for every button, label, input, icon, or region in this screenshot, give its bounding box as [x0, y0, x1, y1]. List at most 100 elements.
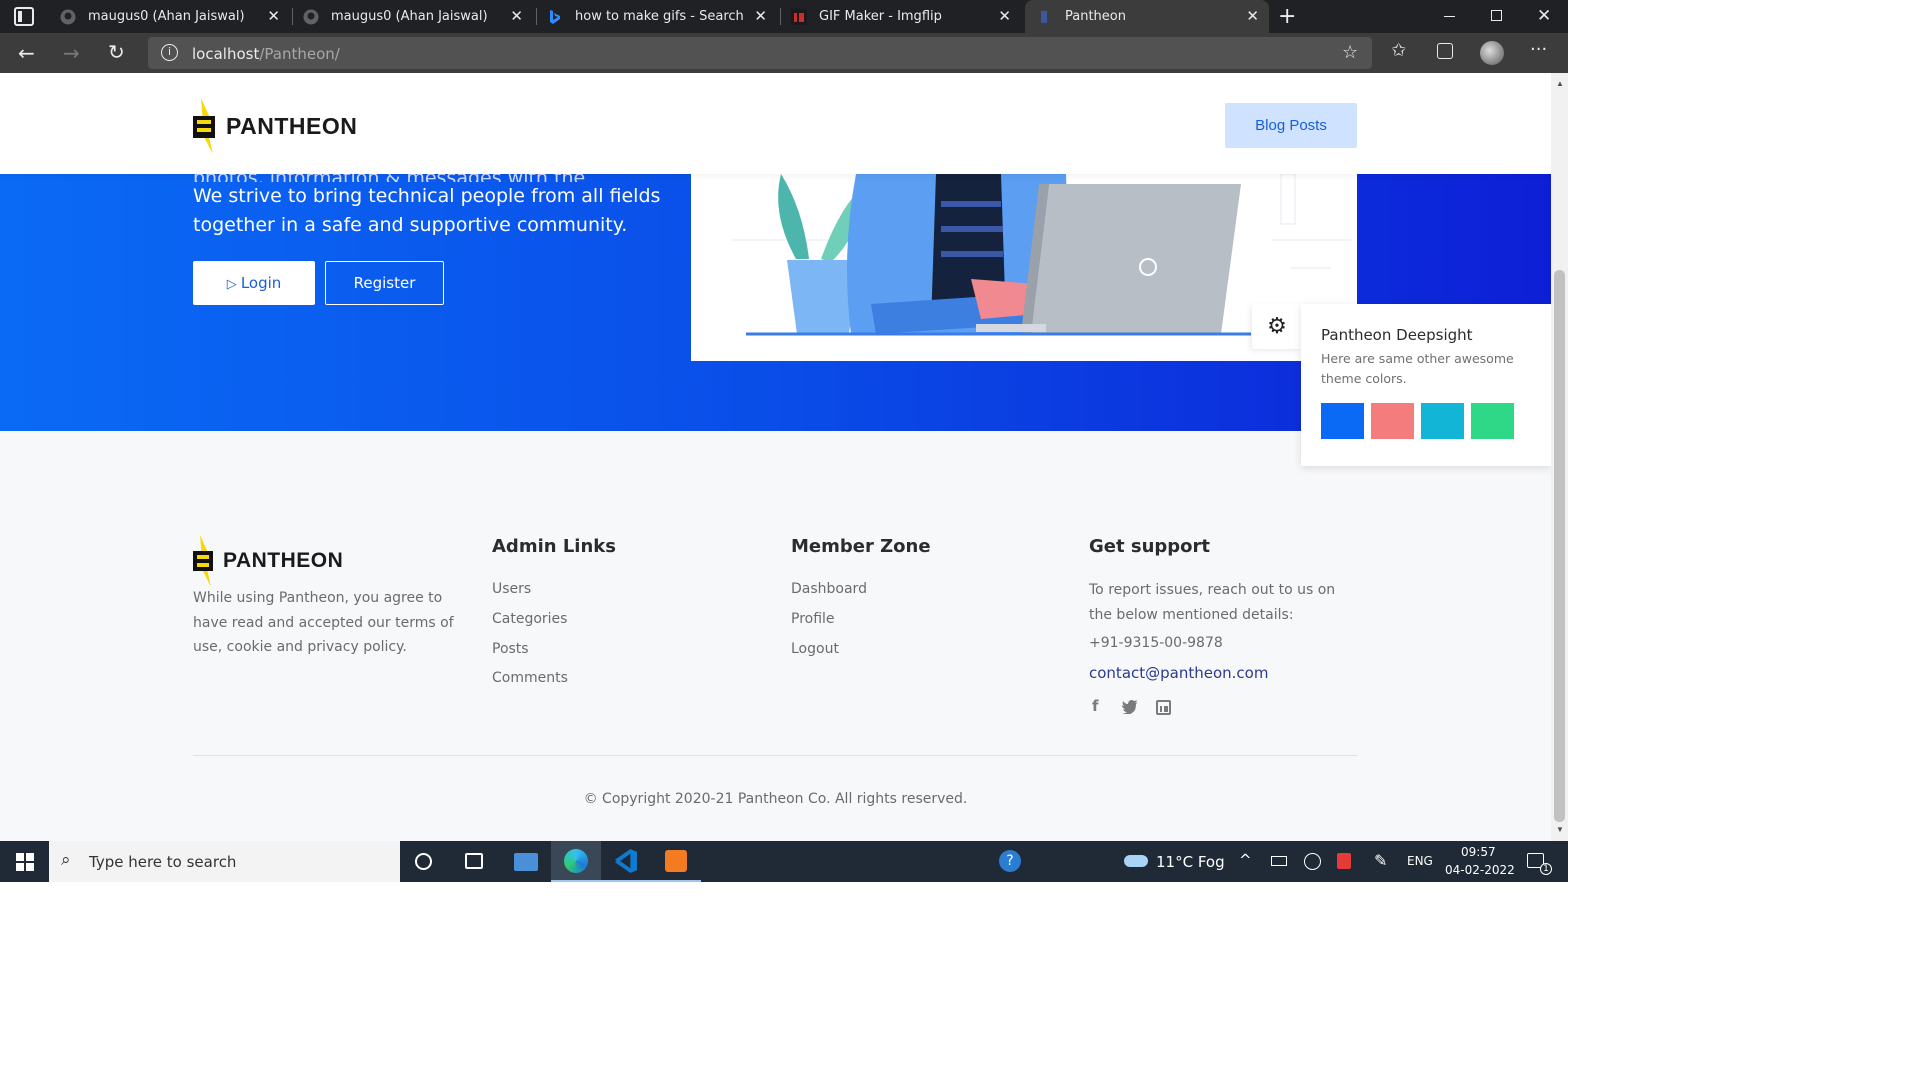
- pantheon-logo[interactable]: PANTHEON: [193, 98, 368, 154]
- admin-links-heading: Admin Links: [492, 536, 616, 557]
- browser-tab[interactable]: GIF Maker - Imgflip ✕: [781, 0, 1021, 33]
- logo-mark-icon: [193, 535, 213, 587]
- imgflip-icon: [791, 8, 807, 25]
- tab-title: maugus0 (Ahan Jaiswal): [331, 9, 488, 24]
- app-tray-icon[interactable]: [1337, 853, 1351, 869]
- copyright-text: © Copyright 2020-21 Pantheon Co. All rig…: [583, 791, 968, 807]
- footer-link-users[interactable]: Users: [492, 581, 531, 597]
- theme-swatch-coral[interactable]: [1371, 403, 1414, 439]
- theme-swatch-blue[interactable]: [1321, 403, 1364, 439]
- close-icon[interactable]: ✕: [1246, 7, 1259, 25]
- language-indicator[interactable]: ENG: [1407, 854, 1433, 868]
- favorites-icon[interactable]: ✩: [1391, 40, 1406, 61]
- chevron-up-icon[interactable]: ^: [1239, 851, 1252, 869]
- cloud-icon: [1124, 855, 1148, 867]
- scrollbar-thumb[interactable]: [1554, 270, 1565, 822]
- forward-icon[interactable]: →: [63, 41, 80, 65]
- new-tab-icon[interactable]: +: [1278, 4, 1296, 29]
- clock-time[interactable]: 09:57: [1461, 845, 1496, 859]
- hero-line: together in a safe and supportive commun…: [193, 214, 628, 236]
- footer-divider: [193, 755, 1357, 756]
- support-text: To report issues, reach out to us on the…: [1089, 578, 1359, 627]
- support-line: To report issues, reach out to us on: [1089, 582, 1336, 598]
- footer-about: While using Pantheon, you agree to have …: [193, 586, 473, 660]
- window-close-icon[interactable]: ✕: [1537, 6, 1551, 26]
- xampp-icon[interactable]: [651, 841, 701, 882]
- url-path: /Pantheon/: [259, 45, 340, 63]
- weather-text[interactable]: 11°C Fog: [1156, 853, 1225, 871]
- vscode-icon[interactable]: [601, 841, 651, 882]
- browser-tab[interactable]: maugus0 (Ahan Jaiswal) ✕: [50, 0, 290, 33]
- logo-text: PANTHEON: [226, 113, 358, 139]
- support-email-link[interactable]: contact@pantheon.com: [1089, 664, 1268, 682]
- footer-link-posts[interactable]: Posts: [492, 641, 529, 657]
- linkedin-icon[interactable]: [1156, 700, 1171, 715]
- address-bar[interactable]: i localhost/Pantheon/ ☆: [148, 37, 1372, 69]
- about-line: use, cookie and privacy policy.: [193, 639, 407, 655]
- footer-link-logout[interactable]: Logout: [791, 641, 839, 657]
- footer-logo[interactable]: PANTHEON: [193, 535, 353, 587]
- minimize-icon[interactable]: [1444, 16, 1455, 17]
- hero-description: photos, information & messages with the …: [193, 167, 663, 240]
- tab-title: Pantheon: [1065, 9, 1126, 24]
- profile-avatar[interactable]: [1480, 41, 1504, 65]
- tab-actions-icon[interactable]: [14, 7, 34, 26]
- search-placeholder: Type here to search: [89, 853, 237, 871]
- theme-swatch-cyan[interactable]: [1421, 403, 1464, 439]
- footer-link-categories[interactable]: Categories: [492, 611, 567, 627]
- facebook-icon[interactable]: f: [1092, 697, 1099, 715]
- clock-date[interactable]: 04-02-2022: [1445, 863, 1515, 877]
- browser-tab-active[interactable]: Pantheon ✕: [1025, 0, 1269, 33]
- register-button[interactable]: Register: [325, 261, 444, 305]
- blog-posts-button[interactable]: Blog Posts: [1225, 103, 1357, 148]
- close-icon[interactable]: ✕: [267, 7, 280, 25]
- footer-link-comments[interactable]: Comments: [492, 670, 568, 686]
- file-explorer-icon[interactable]: [514, 853, 538, 871]
- collections-icon[interactable]: [1437, 43, 1453, 59]
- hero-line: We strive to bring technical people from…: [193, 185, 661, 207]
- windows-start-icon[interactable]: [16, 853, 34, 871]
- reload-icon[interactable]: ↻: [108, 40, 125, 64]
- footer-link-dashboard[interactable]: Dashboard: [791, 581, 867, 597]
- support-phone: +91-9315-00-9878: [1089, 635, 1223, 651]
- notification-count: 1: [1540, 863, 1552, 875]
- theme-panel-title: Pantheon Deepsight: [1321, 326, 1473, 344]
- taskbar-search-box[interactable]: ⌕ Type here to search: [49, 841, 400, 882]
- footer-link-profile[interactable]: Profile: [791, 611, 835, 627]
- browser-tab[interactable]: how to make gifs - Search ✕: [537, 0, 777, 33]
- edge-icon[interactable]: [551, 841, 601, 882]
- site-info-icon[interactable]: i: [161, 44, 178, 61]
- close-icon[interactable]: ✕: [998, 7, 1011, 25]
- gear-icon: ⚙: [1267, 314, 1287, 339]
- back-icon[interactable]: ←: [18, 41, 35, 65]
- cortana-icon[interactable]: [415, 853, 432, 870]
- add-favorite-icon[interactable]: ☆: [1342, 42, 1358, 63]
- theme-toggle-button[interactable]: ⚙: [1252, 304, 1302, 349]
- github-icon: [60, 9, 76, 25]
- close-icon[interactable]: ✕: [754, 7, 767, 25]
- theme-swatch-green[interactable]: [1471, 403, 1514, 439]
- theme-panel-description: Here are same other awesome theme colors…: [1321, 351, 1514, 386]
- logo-mark-icon: [193, 98, 215, 154]
- twitter-icon[interactable]: [1122, 700, 1138, 714]
- close-icon[interactable]: ✕: [510, 7, 523, 25]
- help-icon[interactable]: ?: [999, 850, 1021, 872]
- tab-title: how to make gifs - Search: [575, 9, 744, 24]
- about-line: While using Pantheon, you agree to: [193, 590, 443, 606]
- get-support-heading: Get support: [1089, 536, 1210, 557]
- url-host: localhost: [192, 45, 260, 63]
- support-line: the below mentioned details:: [1089, 606, 1294, 623]
- bing-icon: [547, 9, 563, 25]
- url-text: localhost/Pantheon/: [192, 45, 340, 63]
- member-zone-heading: Member Zone: [791, 536, 931, 557]
- browser-toolbar: ← → ↻ i localhost/Pantheon/ ☆ ✩ ···: [0, 33, 1568, 73]
- task-view-icon[interactable]: [465, 853, 483, 869]
- login-button[interactable]: ▷ Login: [193, 261, 315, 305]
- pen-icon[interactable]: ✎: [1374, 851, 1387, 870]
- network-globe-icon[interactable]: [1304, 853, 1321, 870]
- restore-icon[interactable]: [1491, 10, 1502, 21]
- more-options-icon[interactable]: ···: [1530, 39, 1547, 60]
- battery-icon[interactable]: [1271, 856, 1287, 866]
- browser-tab[interactable]: maugus0 (Ahan Jaiswal) ✕: [293, 0, 533, 33]
- about-line: have read and accepted our terms of: [193, 614, 454, 631]
